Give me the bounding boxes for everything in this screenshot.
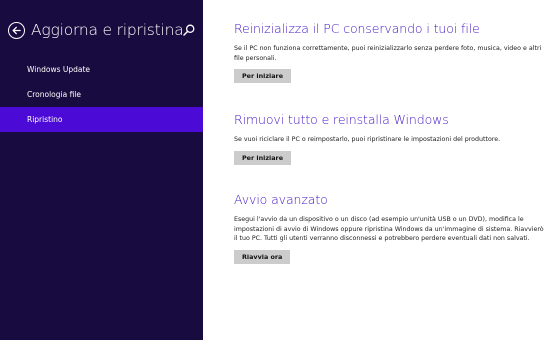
search-icon	[183, 24, 195, 36]
reset-description: Se il PC non funziona correttamente, puo…	[234, 45, 542, 62]
reinstall-section: Rimuovi tutto e reinstalla Windows Se vu…	[234, 112, 544, 165]
reset-section: Reinizializza il PC conservando i tuoi f…	[234, 21, 544, 83]
sidebar: Aggiorna e ripristina Windows Update Cro…	[0, 0, 203, 340]
search-button[interactable]	[182, 22, 196, 36]
sidebar-nav: Windows Update Cronologia file Ripristin…	[0, 57, 203, 132]
reset-heading: Reinizializza il PC conservando i tuoi f…	[234, 21, 480, 36]
restart-now-button[interactable]: Riavvia ora	[234, 249, 291, 264]
sidebar-item-cronologia-file[interactable]: Cronologia file	[0, 82, 203, 107]
settings-window: Aggiorna e ripristina Windows Update Cro…	[0, 0, 555, 340]
advanced-startup-section: Avvio avanzato Esegui l'avvio da un disp…	[234, 192, 544, 264]
sidebar-item-windows-update[interactable]: Windows Update	[0, 57, 203, 82]
main-content: Reinizializza il PC conservando i tuoi f…	[203, 0, 555, 340]
reinstall-start-button[interactable]: Per iniziare	[234, 150, 292, 165]
advanced-startup-description: Esegui l'avvio da un dispositivo o un di…	[234, 216, 544, 242]
reinstall-heading: Rimuovi tutto e reinstalla Windows	[234, 112, 449, 127]
sidebar-header: Aggiorna e ripristina	[8, 19, 196, 41]
reset-start-button[interactable]: Per iniziare	[234, 69, 292, 83]
page-title: Aggiorna e ripristina	[31, 21, 184, 39]
back-button[interactable]	[8, 21, 25, 39]
advanced-startup-heading: Avvio avanzato	[234, 192, 328, 207]
sidebar-item-ripristino[interactable]: Ripristino	[0, 107, 203, 132]
reinstall-description: Se vuoi riciclare il PC o reimpostarlo, …	[234, 136, 501, 143]
back-arrow-icon	[12, 26, 21, 34]
